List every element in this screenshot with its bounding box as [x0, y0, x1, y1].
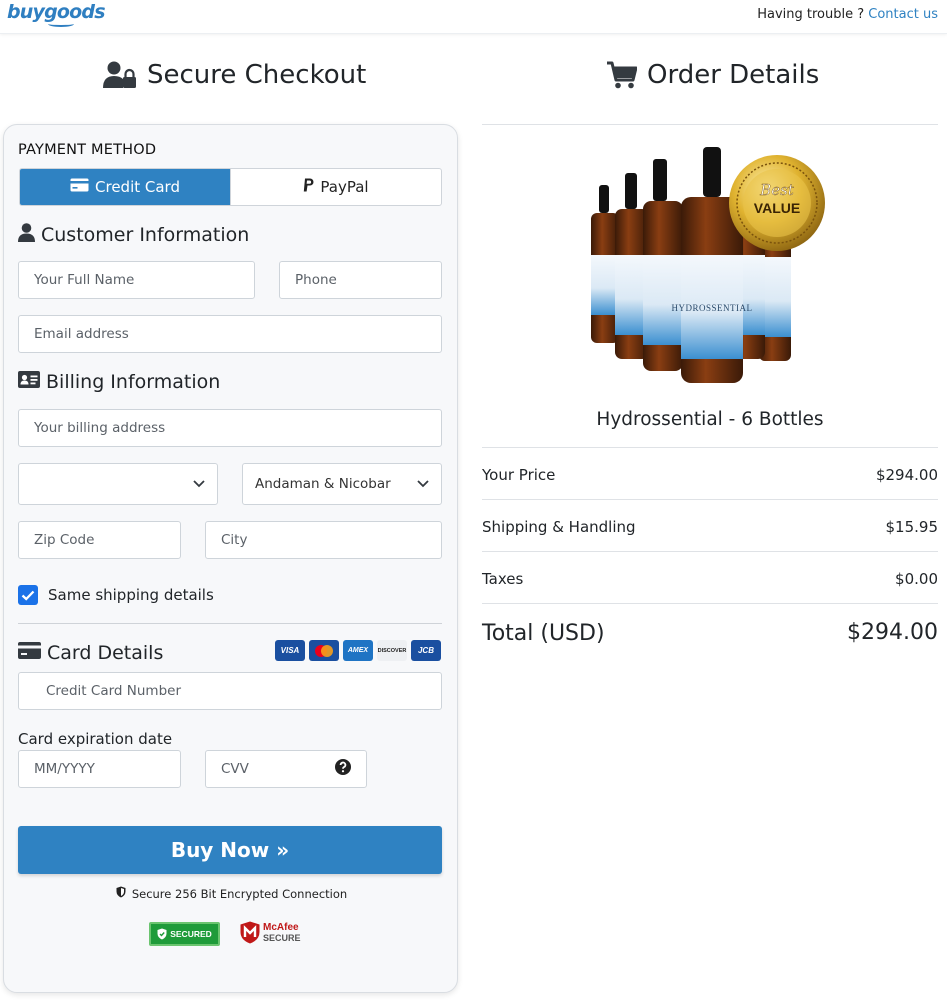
paypal-icon: [303, 178, 314, 196]
seal-value-text: VALUE: [754, 200, 800, 216]
discover-icon: DISCOVER: [377, 640, 407, 661]
state-select[interactable]: Andaman & Nicobar: [242, 463, 442, 505]
help-text: Having trouble ? Contact us: [757, 7, 938, 22]
card-number-placeholder: Credit Card Number: [46, 683, 181, 699]
shield-icon: [116, 886, 126, 901]
taxes-label: Taxes: [482, 570, 524, 588]
phone-input[interactable]: Phone: [279, 261, 442, 299]
cart-icon: [607, 61, 637, 89]
billing-information-heading: Billing Information: [18, 371, 220, 393]
cvv-placeholder: CVV: [221, 761, 249, 777]
tab-paypal[interactable]: PayPal: [230, 169, 441, 205]
card-number-input[interactable]: Credit Card Number: [18, 672, 442, 710]
cvv-input[interactable]: CVV: [205, 750, 367, 788]
secure-checkout-heading: Secure Checkout: [103, 60, 366, 90]
order-top-divider: [482, 124, 938, 125]
shipping-handling-value: $15.95: [885, 518, 939, 536]
mcafee-secure-text: SECURE: [263, 932, 301, 943]
secure-connection-text: Secure 256 Bit Encrypted Connection: [131, 886, 348, 901]
tab-credit-card[interactable]: Credit Card: [20, 169, 230, 205]
amex-icon: AMEX: [343, 640, 373, 661]
jcb-icon: JCB: [411, 640, 441, 661]
shield-check-icon: [157, 928, 167, 940]
city-placeholder: City: [221, 532, 248, 548]
question-circle-icon[interactable]: [335, 759, 351, 779]
chevron-down-icon: [193, 476, 205, 492]
order-divider: [482, 499, 938, 500]
mastercard-icon: [309, 640, 339, 661]
payment-method-tabs: Credit Card PayPal: [19, 168, 442, 206]
state-value: Andaman & Nicobar: [255, 476, 391, 492]
bottle-label-text: HYDROSSENTIAL: [671, 303, 752, 313]
billing-address-placeholder: Your billing address: [34, 420, 166, 436]
email-placeholder: Email address: [34, 326, 129, 342]
taxes-value: $0.00: [895, 570, 938, 588]
tab-credit-card-label: Credit Card: [95, 178, 180, 196]
visa-icon: VISA: [275, 640, 305, 661]
order-divider: [482, 551, 938, 552]
product-name: Hydrossential - 6 Bottles: [596, 409, 824, 430]
email-input[interactable]: Email address: [18, 315, 442, 353]
customer-information-heading: Customer Information: [18, 223, 249, 247]
secured-badge-text: SECURED: [170, 929, 212, 939]
phone-placeholder: Phone: [295, 272, 337, 288]
full-name-placeholder: Your Full Name: [34, 272, 135, 288]
card-details-title: Card Details: [47, 642, 164, 664]
trust-guard-secured-badge: SECURED: [149, 922, 220, 946]
expiry-input[interactable]: MM/YYYY: [18, 750, 181, 788]
same-shipping-checkbox[interactable]: [18, 585, 38, 605]
your-price-value: $294.00: [875, 466, 938, 484]
country-select[interactable]: [18, 463, 218, 505]
mcafee-shield-icon: [240, 921, 260, 944]
same-shipping-label: Same shipping details: [48, 586, 214, 604]
shipping-handling-label: Shipping & Handling: [482, 518, 636, 536]
id-card-icon: [18, 371, 40, 393]
secure-checkout-title: Secure Checkout: [147, 60, 367, 90]
product-image: HYDROSSENTIAL Best VALUE: [585, 145, 835, 390]
full-name-input[interactable]: Your Full Name: [18, 261, 255, 299]
card-brand-logos: VISA AMEX DISCOVER JCB: [275, 640, 441, 661]
buy-now-button[interactable]: Buy Now »: [18, 826, 442, 874]
city-input[interactable]: City: [205, 521, 442, 559]
customer-information-title: Customer Information: [41, 224, 250, 246]
order-details-title: Order Details: [647, 60, 820, 90]
mcafee-text: McAfee: [263, 921, 299, 933]
user-icon: [18, 223, 35, 247]
same-shipping-row: Same shipping details: [18, 585, 214, 605]
chevron-down-icon: [417, 476, 429, 492]
expiry-placeholder: MM/YYYY: [34, 761, 95, 777]
best-value-seal: Best VALUE: [729, 155, 825, 251]
order-details-heading: Order Details: [607, 60, 819, 90]
order-divider: [482, 603, 938, 604]
top-bar: buygoods Having trouble ? Contact us: [0, 0, 947, 34]
buygoods-logo[interactable]: buygoods: [7, 1, 106, 23]
billing-address-input[interactable]: Your billing address: [18, 409, 442, 447]
zip-code-placeholder: Zip Code: [34, 532, 95, 548]
checkmark-icon: [21, 590, 35, 601]
logo-swoosh: [48, 21, 74, 27]
zip-code-input[interactable]: Zip Code: [18, 521, 181, 559]
mcafee-secure-badge: McAfee SECURE: [240, 921, 301, 944]
checkout-form-card: PAYMENT METHOD Credit Card PayPal Custom…: [3, 124, 458, 993]
card-details-heading: Card Details: [18, 642, 163, 664]
secure-connection-note: Secure 256 Bit Encrypted Connection: [4, 886, 459, 901]
seal-best-text: Best: [759, 181, 795, 199]
billing-information-title: Billing Information: [46, 371, 221, 393]
credit-card-icon: [18, 642, 41, 664]
user-lock-icon: [103, 61, 137, 89]
order-divider: [482, 447, 938, 448]
payment-method-label: PAYMENT METHOD: [18, 142, 157, 158]
tab-paypal-label: PayPal: [320, 178, 369, 196]
trouble-text: Having trouble ?: [757, 7, 869, 22]
total-value: $294.00: [847, 620, 938, 645]
credit-card-icon: [70, 178, 89, 196]
your-price-label: Your Price: [482, 466, 556, 484]
section-divider: [18, 623, 442, 624]
total-label: Total (USD): [482, 621, 605, 646]
contact-us-link[interactable]: Contact us: [868, 7, 938, 22]
expiration-label: Card expiration date: [18, 730, 173, 748]
